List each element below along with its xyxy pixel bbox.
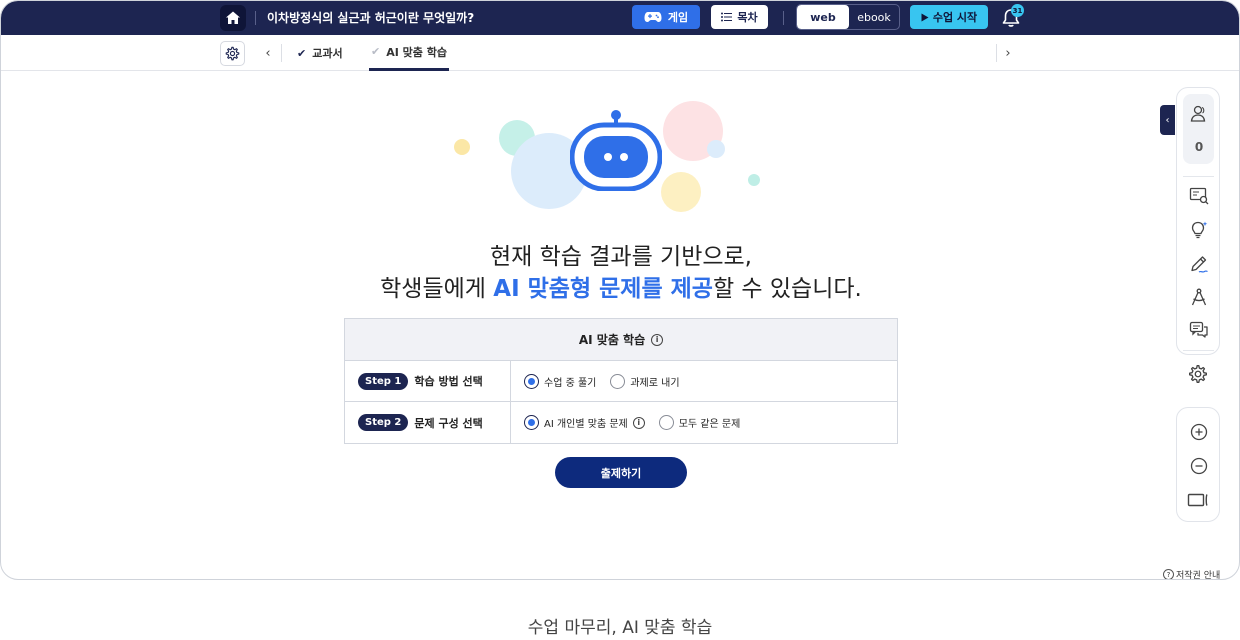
headline-prefix: 학생들에게 <box>380 276 494 302</box>
zoom-controls <box>1176 407 1220 522</box>
divider <box>1183 350 1214 351</box>
divider <box>1183 176 1214 177</box>
option-label: 수업 중 풀기 <box>544 377 597 389</box>
ai-robot-illustration <box>441 93 781 223</box>
decor-bubble <box>454 139 470 155</box>
zoom-out-icon[interactable] <box>1189 456 1209 476</box>
decor-bubble <box>661 172 701 212</box>
step-2-label: 문제 구성 선택 <box>414 416 483 430</box>
view-ebook-option[interactable]: ebook <box>849 5 899 29</box>
zoom-in-icon[interactable] <box>1189 422 1209 442</box>
play-icon <box>921 13 929 21</box>
lesson-title: 이차방정식의 실근과 허근이란 무엇일까? <box>267 11 475 25</box>
lesson-nav: ‹ ✔ 교과서 ✔ AI 맞춤 학습 › <box>1 35 1239 71</box>
headline-highlight: AI 맞춤형 문제를 제공 <box>493 276 713 302</box>
tab-textbook[interactable]: ✔ 교과서 <box>297 35 343 71</box>
chat-icon[interactable] <box>1189 320 1209 340</box>
check-icon: ✔ <box>371 45 381 58</box>
user-icon <box>1190 105 1206 122</box>
option-same-problems[interactable]: 모두 같은 문제 <box>658 415 741 430</box>
notification-badge: 31 <box>1011 4 1024 17</box>
step-1-label: 학습 방법 선택 <box>414 375 483 388</box>
tool-rail: 0 <box>1176 87 1220 355</box>
screen-monitor-icon[interactable] <box>1189 186 1209 206</box>
radio-selected[interactable] <box>524 373 539 389</box>
view-mode-toggle: web ebook <box>796 4 900 30</box>
toc-label: 목차 <box>737 11 758 24</box>
check-icon: ✔ <box>297 46 307 60</box>
step-2-options: AI 개인별 맞춤 문제 i 모두 같은 문제 <box>511 402 897 443</box>
gear-icon <box>225 46 240 61</box>
top-bar: 이차방정식의 실근과 허근이란 무엇일까? 게임 목차 web ebook 수업… <box>1 1 1239 35</box>
compass-icon[interactable] <box>1189 287 1209 307</box>
ai-learning-card: AI 맞춤 학습 i Step 1 학습 방법 선택 수업 중 풀기 과제로 내… <box>344 318 898 444</box>
radio-unselected[interactable] <box>610 373 626 389</box>
assign-button[interactable]: 출제하기 <box>555 457 687 488</box>
step-1-row: Step 1 학습 방법 선택 수업 중 풀기 과제로 내기 <box>345 361 897 402</box>
tab-textbook-label: 교과서 <box>312 47 343 60</box>
tab-ai-learning[interactable]: ✔ AI 맞춤 학습 <box>369 35 449 71</box>
step-1-label-cell: Step 1 학습 방법 선택 <box>345 361 511 401</box>
option-label: 모두 같은 문제 <box>678 419 741 430</box>
next-arrow-icon[interactable]: › <box>999 43 1017 63</box>
divider <box>281 44 282 62</box>
slide-caption: 수업 마무리, AI 맞춤 학습 <box>527 618 713 638</box>
copyright-label: 저작권 안내 <box>1176 571 1221 580</box>
hero-headline: 현재 학습 결과를 기반으로, 학생들에게 AI 맞춤형 문제를 제공할 수 있… <box>321 241 921 305</box>
radio-unselected[interactable] <box>658 415 674 430</box>
toc-button[interactable]: 목차 <box>711 5 768 29</box>
game-button[interactable]: 게임 <box>632 5 700 29</box>
info-icon[interactable]: i <box>632 416 645 429</box>
divider <box>783 11 784 25</box>
decor-bubble <box>707 140 725 158</box>
fit-screen-icon[interactable] <box>1187 490 1211 510</box>
gamepad-icon <box>644 12 662 22</box>
divider <box>255 11 256 25</box>
info-icon[interactable]: i <box>651 333 664 346</box>
tab-ai-learning-label: AI 맞춤 학습 <box>386 45 447 59</box>
step-1-options: 수업 중 풀기 과제로 내기 <box>511 361 897 401</box>
step-badge: Step 1 <box>358 372 409 390</box>
divider <box>996 44 997 62</box>
card-title: AI 맞춤 학습 <box>578 333 646 347</box>
step-badge: Step 2 <box>358 414 409 431</box>
list-icon <box>721 12 733 22</box>
option-label: AI 개인별 맞춤 문제 <box>544 419 628 430</box>
step-2-row: Step 2 문제 구성 선택 AI 개인별 맞춤 문제 i 모두 같은 문제 <box>345 402 897 443</box>
card-header: AI 맞춤 학습 i <box>345 319 897 361</box>
lightbulb-icon[interactable] <box>1189 220 1209 240</box>
copyright-link[interactable]: ? 저작권 안내 <box>1163 568 1221 580</box>
headline-line-1: 현재 학습 결과를 기반으로, <box>489 244 752 270</box>
participant-count: 0 <box>1194 140 1204 154</box>
start-class-label: 수업 시작 <box>932 11 978 24</box>
headline-line-2: 학생들에게 AI 맞춤형 문제를 제공할 수 있습니다. <box>321 273 921 305</box>
home-icon <box>226 11 240 24</box>
settings-gear-icon[interactable] <box>1188 364 1208 384</box>
option-label: 과제로 내기 <box>630 377 680 389</box>
step-2-label-cell: Step 2 문제 구성 선택 <box>345 402 511 443</box>
option-ai-personalized[interactable]: AI 개인별 맞춤 문제 i <box>524 415 645 430</box>
settings-button[interactable] <box>220 41 245 66</box>
app-frame: 이차방정식의 실근과 허근이란 무엇일까? 게임 목차 web ebook 수업… <box>0 0 1240 580</box>
question-icon: ? <box>1163 569 1174 579</box>
robot-icon <box>570 110 662 191</box>
option-homework[interactable]: 과제로 내기 <box>610 373 680 389</box>
prev-arrow-icon[interactable]: ‹ <box>259 43 277 63</box>
start-class-button[interactable]: 수업 시작 <box>910 5 988 29</box>
home-button[interactable] <box>220 5 246 31</box>
radio-selected[interactable] <box>524 415 539 430</box>
rail-collapse-button[interactable]: ‹ <box>1160 105 1175 135</box>
view-web-option[interactable]: web <box>797 5 849 29</box>
headline-suffix: 할 수 있습니다. <box>712 276 862 302</box>
option-in-class[interactable]: 수업 중 풀기 <box>524 373 597 389</box>
game-label: 게임 <box>667 11 689 24</box>
pen-icon[interactable] <box>1189 254 1209 274</box>
decor-bubble <box>748 174 760 186</box>
